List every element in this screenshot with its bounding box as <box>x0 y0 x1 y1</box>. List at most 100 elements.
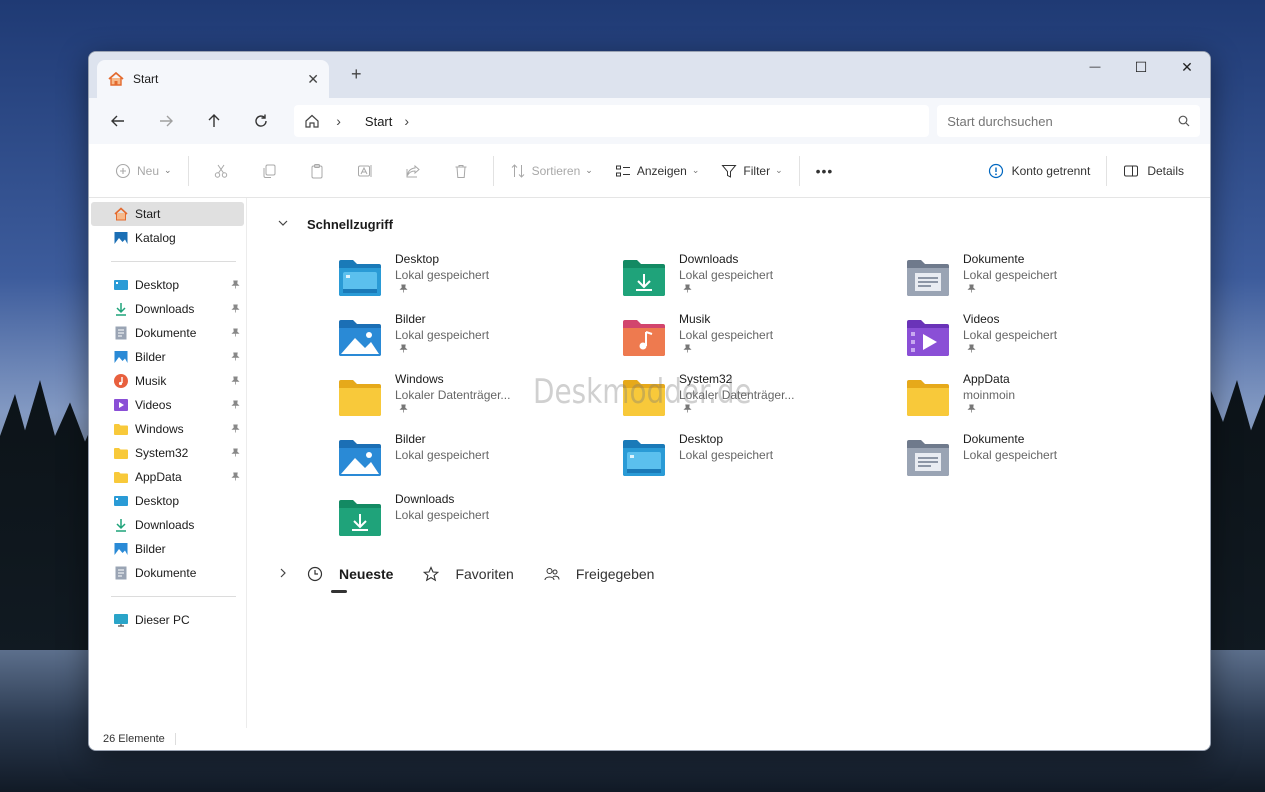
account-status-label: Konto getrennt <box>1011 163 1091 178</box>
tab-neueste[interactable]: Neueste <box>307 566 393 593</box>
sidebar-item-windows[interactable]: Windows <box>89 417 246 441</box>
delete-button[interactable] <box>437 163 485 179</box>
item-location: moinmoin <box>963 388 1016 402</box>
breadcrumb-chevron-icon[interactable]: › <box>404 113 409 129</box>
sidebar-item-label: Windows <box>135 422 184 436</box>
forward-button[interactable] <box>147 105 185 137</box>
tab-favoriten[interactable]: Favoriten <box>423 566 514 582</box>
breadcrumb-separator-icon[interactable]: › <box>336 113 341 129</box>
back-button[interactable] <box>99 105 137 137</box>
details-label: Details <box>1147 163 1184 178</box>
pin-icon <box>231 400 240 411</box>
search-box[interactable] <box>937 105 1200 137</box>
plain-folder-icon <box>905 376 951 418</box>
cut-button[interactable] <box>197 163 245 179</box>
sort-button[interactable]: Sortieren ⌄ <box>502 154 601 188</box>
pin-icon <box>963 344 1057 355</box>
quick-access-item[interactable]: Desktop Lokal gespeichert <box>337 252 617 308</box>
pin-icon <box>679 284 773 295</box>
filter-button[interactable]: Filter ⌄ <box>713 154 790 188</box>
breadcrumb-start[interactable]: Start <box>365 114 392 129</box>
quick-access-item[interactable]: Downloads Lokal gespeichert <box>621 252 901 308</box>
item-text: Bilder Lokal gespeichert <box>395 432 489 488</box>
item-location: Lokal gespeichert <box>679 448 774 462</box>
copy-button[interactable] <box>245 163 293 179</box>
gallery-icon <box>113 230 129 246</box>
folder-icon <box>113 469 129 485</box>
sidebar-item-dieser-pc[interactable]: Dieser PC <box>89 608 246 632</box>
pin-icon <box>231 472 240 483</box>
minimize-button[interactable]: — <box>1072 52 1118 82</box>
quick-access-item[interactable]: Dokumente Lokal gespeichert <box>905 252 1185 308</box>
sidebar-item-downloads[interactable]: Downloads <box>89 297 246 321</box>
sidebar-item-bilder[interactable]: Bilder <box>89 345 246 369</box>
sidebar-item-bilder[interactable]: Bilder <box>89 537 246 561</box>
sidebar-item-appdata[interactable]: AppData <box>89 465 246 489</box>
quick-access-item[interactable]: Dokumente Lokal gespeichert <box>905 432 1185 488</box>
tab-start[interactable]: Start ✕ <box>97 60 329 98</box>
sidebar-item-katalog[interactable]: Katalog <box>89 226 246 250</box>
quick-access-item[interactable]: Bilder Lokal gespeichert <box>337 312 617 368</box>
pin-icon <box>395 344 489 355</box>
details-pane-icon <box>1124 165 1139 176</box>
new-button[interactable]: Neu ⌄ <box>107 154 180 188</box>
sidebar-item-dokumente[interactable]: Dokumente <box>89 561 246 585</box>
item-name: Videos <box>963 312 1000 326</box>
sidebar-item-dokumente[interactable]: Dokumente <box>89 321 246 345</box>
pin-icon <box>231 304 240 315</box>
refresh-button[interactable] <box>242 105 280 137</box>
address-bar[interactable]: › Start › <box>294 105 930 137</box>
sidebar-item-system32[interactable]: System32 <box>89 441 246 465</box>
pin-icon <box>231 424 240 435</box>
sidebar-item-downloads[interactable]: Downloads <box>89 513 246 537</box>
item-name: Bilder <box>395 312 426 326</box>
new-tab-button[interactable]: + <box>351 64 362 85</box>
sidebar-item-musik[interactable]: Musik <box>89 369 246 393</box>
item-name: Windows <box>395 372 444 386</box>
file-list-tabs: Neueste Favoriten Freigegeben <box>277 566 684 593</box>
account-status-button[interactable]: Konto getrennt <box>980 154 1099 188</box>
tab-close-icon[interactable]: ✕ <box>307 71 319 88</box>
paste-button[interactable] <box>293 163 341 179</box>
item-location: Lokal gespeichert <box>395 268 490 282</box>
item-location: Lokal gespeichert <box>963 448 1058 462</box>
quick-access-header[interactable]: Schnellzugriff <box>277 214 1210 234</box>
home-outline-icon[interactable] <box>304 113 320 129</box>
rename-button[interactable] <box>341 163 389 179</box>
info-icon <box>988 163 1003 178</box>
more-options-button[interactable]: ••• <box>808 154 842 188</box>
tab-freigegeben[interactable]: Freigegeben <box>544 566 654 582</box>
sidebar-item-label: Dokumente <box>135 326 197 340</box>
sidebar-divider <box>111 261 236 262</box>
search-input[interactable] <box>947 113 1178 129</box>
maximize-button[interactable]: ☐ <box>1118 52 1164 82</box>
sidebar-item-label: Bilder <box>135 350 166 364</box>
sidebar-divider <box>111 596 236 597</box>
chevron-right-icon[interactable] <box>277 567 291 582</box>
quick-access-item[interactable]: Desktop Lokal gespeichert <box>621 432 901 488</box>
item-name: AppData <box>963 372 1010 386</box>
share-button[interactable] <box>389 163 437 179</box>
chevron-down-icon: ⌄ <box>164 165 172 175</box>
view-button[interactable]: Anzeigen ⌄ <box>607 154 708 188</box>
quick-access-item[interactable]: Videos Lokal gespeichert <box>905 312 1185 368</box>
quick-access-item[interactable]: Musik Lokal gespeichert <box>621 312 901 368</box>
sidebar-item-videos[interactable]: Videos <box>89 393 246 417</box>
details-pane-button[interactable]: Details <box>1115 154 1192 188</box>
sidebar-item-desktop[interactable]: Desktop <box>89 273 246 297</box>
quick-access-item[interactable]: Bilder Lokal gespeichert <box>337 432 617 488</box>
quick-access-item[interactable]: AppData moinmoin <box>905 372 1185 428</box>
pictures-icon <box>113 349 129 365</box>
window-controls: — ☐ ✕ <box>1072 52 1210 82</box>
item-name: Musik <box>679 312 711 326</box>
filter-icon <box>721 164 737 178</box>
quick-access-item[interactable]: Downloads Lokal gespeichert <box>337 492 617 548</box>
sidebar-item-start[interactable]: Start <box>91 202 244 226</box>
sidebar-item-desktop[interactable]: Desktop <box>89 489 246 513</box>
chevron-down-icon[interactable] <box>277 217 291 232</box>
pin-icon <box>231 352 240 363</box>
up-button[interactable] <box>195 105 233 137</box>
item-text: Desktop Lokal gespeichert <box>679 432 773 488</box>
close-window-button[interactable]: ✕ <box>1164 52 1210 82</box>
videos-icon <box>113 397 129 413</box>
